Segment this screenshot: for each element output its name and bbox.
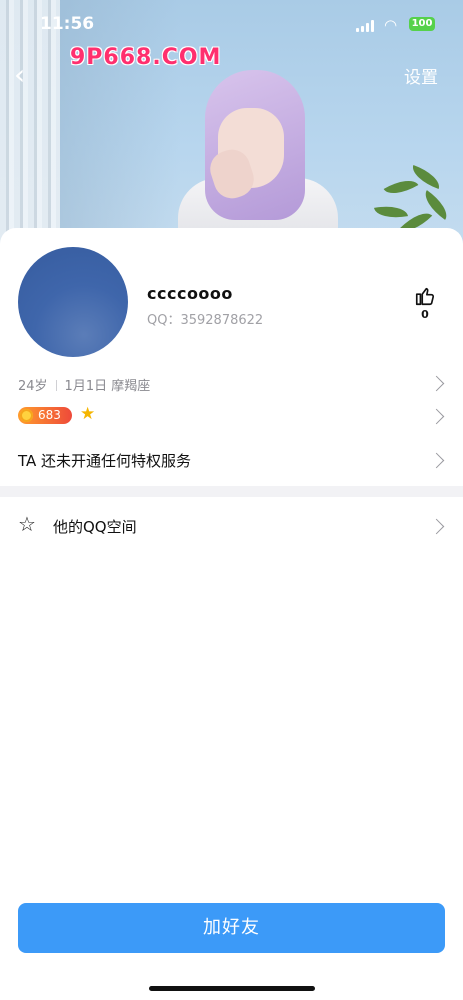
chevron-right-icon [428,375,445,392]
chevron-right-icon [428,518,445,535]
battery-icon: 100 [409,17,435,31]
level-row[interactable]: 683 ★ [0,402,463,430]
chevron-right-icon [428,452,445,469]
level-badge: 683 [18,407,72,424]
coin-icon [20,409,33,422]
like-count: 0 [421,308,429,321]
qq-number: QQ：3592878622 [147,313,264,328]
star-icon: ★ [80,404,96,424]
zodiac: 摩羯座 [111,379,151,394]
thumbs-up-icon [415,287,435,306]
age: 24岁 [18,379,48,394]
privilege-text: TA 还未开通任何特权服务 [18,452,192,470]
privilege-row[interactable]: TA 还未开通任何特权服务 [0,445,463,475]
status-bar: 11:56 ◠ 100 [0,14,463,38]
qzone-row[interactable]: ☆ 他的QQ空间 [0,508,463,544]
avatar[interactable] [18,247,128,357]
basic-info: 24岁 1月1日 摩羯座 [18,375,150,394]
section-divider [0,486,463,497]
qzone-star-icon: ☆ [18,512,36,536]
watermark: 9P668.COM [70,45,222,70]
signal-icon [356,20,376,32]
level-number: 683 [38,408,61,422]
chevron-right-icon [428,408,445,425]
qzone-label: 他的QQ空间 [53,518,137,536]
birthday: 1月1日 [64,379,108,394]
home-indicator [149,986,315,991]
back-icon[interactable]: ‹ [14,60,38,90]
add-friend-button[interactable]: 加好友 [18,903,445,953]
basic-info-row[interactable]: 24岁 1月1日 摩羯座 [0,370,463,398]
status-time: 11:56 [40,14,95,34]
settings-button[interactable]: 设置 [404,63,438,88]
nickname: ccccoooo [147,284,233,303]
wifi-icon: ◠ [384,16,398,34]
divider [55,380,57,391]
